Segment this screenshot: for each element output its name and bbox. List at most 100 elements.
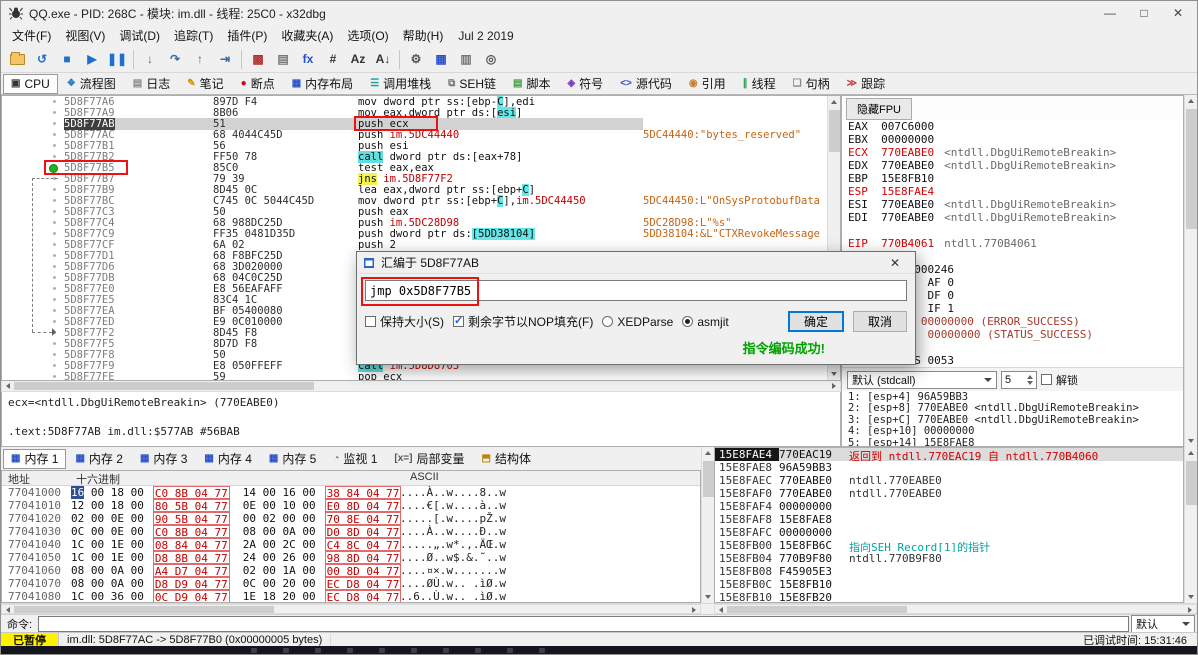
disasm-row[interactable]: 5D8F77B1 56 push esi bbox=[2, 140, 827, 152]
register-row[interactable]: EAX 007C6000 bbox=[842, 120, 1183, 133]
pause-icon[interactable]: ❚❚ bbox=[105, 48, 129, 71]
tab-call-stack[interactable]: ☰ 调用堆栈 bbox=[362, 74, 439, 94]
tab-log[interactable]: ▤ 日志 bbox=[125, 74, 178, 94]
xedparse-radio[interactable]: XEDParse bbox=[602, 315, 673, 329]
search-gear-icon[interactable]: ◎ bbox=[479, 48, 503, 71]
tab-references[interactable]: ◉ 引用 bbox=[681, 74, 734, 94]
register-row[interactable]: ECX 770EABE0 <ntdll.DbgUiRemoteBreakin> bbox=[842, 146, 1183, 159]
btab-memory-3[interactable]: ▦ 内存 3 bbox=[132, 449, 195, 469]
windows-taskbar[interactable] bbox=[1, 646, 1197, 654]
dump-vscrollbar[interactable] bbox=[701, 447, 714, 603]
argument-count-stepper[interactable]: 5 bbox=[1001, 370, 1037, 389]
command-profile-select[interactable]: 默认 bbox=[1131, 614, 1195, 633]
disasm-row[interactable]: 5D8F77CF 6A 02 push 2 bbox=[2, 239, 827, 251]
tab-graph[interactable]: ❖ 流程图 bbox=[59, 74, 124, 94]
stack-row[interactable]: 15E8FAF0 770EABE0 ntdll.770EABE0 bbox=[715, 487, 1183, 500]
tab-cpu[interactable]: ▣ CPU bbox=[3, 73, 58, 94]
book-icon[interactable]: ▥ bbox=[454, 48, 478, 71]
minimize-button[interactable]: — bbox=[1093, 2, 1127, 24]
dump-row[interactable]: 77041040 1C 00 1E 00 08 84 04 77 2A 00 2C 0… bbox=[2, 538, 700, 552]
stack-row[interactable]: 15E8FB08 F45905E3 bbox=[715, 565, 1183, 578]
register-row[interactable]: EIP 770B4061 ntdll.770B4061 bbox=[842, 237, 1183, 250]
dump-row[interactable]: 77041000 16 00 18 00 C0 8B 04 77 14 00 16 0… bbox=[2, 486, 700, 500]
stack-row[interactable]: 15E8FAE8 96A59BB3 bbox=[715, 461, 1183, 474]
stack-hscrollbar[interactable] bbox=[714, 604, 1197, 614]
stack-row[interactable]: 15E8FB04 770B9F80 ntdll.770B9F80 bbox=[715, 552, 1183, 565]
close-button[interactable]: ✕ bbox=[1161, 2, 1195, 24]
dump-row[interactable]: 77041050 1C 00 1E 00 D8 8B 04 77 24 00 26 0… bbox=[2, 551, 700, 565]
disasm-row[interactable]: 5D8F77FE 59 pop ecx bbox=[2, 371, 827, 380]
dump-row[interactable]: 77041060 08 00 0A 00 A4 D7 04 77 02 00 1A 0… bbox=[2, 564, 700, 578]
stack-row[interactable]: 15E8FAF4 00000000 bbox=[715, 500, 1183, 513]
disasm-row[interactable]: 5D8F77AB 51 push ecx bbox=[2, 117, 827, 130]
dump-row[interactable]: 77041010 12 00 18 00 80 5B 04 77 0E 00 10 0… bbox=[2, 499, 700, 513]
hash-icon[interactable]: # bbox=[321, 48, 345, 71]
tab-script[interactable]: ▤ 脚本 bbox=[505, 74, 558, 94]
registers-vscrollbar[interactable] bbox=[1184, 95, 1197, 447]
ok-button[interactable]: 确定 bbox=[787, 311, 844, 332]
dialog-title-bar[interactable]: 汇编于 5D8F77AB ✕ bbox=[357, 252, 915, 274]
nop-fill-checkbox[interactable]: 剩余字节以NOP填充(F) bbox=[453, 313, 593, 330]
dialog-close-icon[interactable]: ✕ bbox=[881, 256, 909, 270]
stack-argument-row[interactable]: 1: [esp+4] 96A59BB3 bbox=[842, 391, 1183, 403]
disasm-row[interactable]: 5D8F77A9 8B06 mov eax,dword ptr ds:[esi] bbox=[2, 106, 827, 119]
btab-watch-1[interactable]: ◔ 监视 1 bbox=[325, 449, 385, 469]
tab-notes[interactable]: ✎ 笔记 bbox=[179, 74, 231, 94]
register-row[interactable]: ESI 770EABE0 <ntdll.DbgUiRemoteBreakin> bbox=[842, 198, 1183, 211]
step-out-icon[interactable]: ↑ bbox=[188, 48, 212, 71]
text-az-icon[interactable]: Az bbox=[346, 48, 370, 71]
patch-icon[interactable]: ▩ bbox=[246, 48, 270, 71]
menu-item-1[interactable]: 视图(V) bbox=[58, 25, 112, 46]
dump-row[interactable]: 77041030 0C 00 0E 00 C0 8B 04 77 08 00 0A 0… bbox=[2, 525, 700, 539]
stack-vscrollbar[interactable] bbox=[1184, 447, 1197, 603]
stack-row[interactable]: 15E8FB10 15E8FB20 bbox=[715, 591, 1183, 602]
disasm-row[interactable]: 5D8F77BC C745 0C 5044C45D mov dword ptr ss… bbox=[2, 194, 827, 207]
btab-struct[interactable]: ⬒ 结构体 bbox=[473, 449, 538, 469]
disasm-row[interactable]: 5D8F77B5 85C0 test eax,eax bbox=[2, 162, 827, 174]
disasm-row[interactable]: 5D8F77B7 79 39 jns im.5D8F77F2 bbox=[2, 172, 827, 185]
tab-source[interactable]: <> 源代码 bbox=[612, 74, 680, 94]
run-to-return-icon[interactable]: ⇥ bbox=[213, 48, 237, 71]
tab-threads[interactable]: ∥ 线程 bbox=[735, 74, 784, 94]
dump-hscrollbar[interactable] bbox=[1, 604, 701, 614]
dump-row[interactable]: 77041080 1C 00 36 00 0C D9 04 77 1E 18 20 0… bbox=[2, 590, 700, 602]
run-icon[interactable]: ▶ bbox=[80, 48, 104, 71]
title-bar[interactable]: QQ.exe - PID: 268C - 模块: im.dll - 线程: 25… bbox=[1, 1, 1197, 25]
hide-fpu-button[interactable]: 隐藏FPU bbox=[846, 98, 912, 120]
maximize-button[interactable]: □ bbox=[1127, 2, 1161, 24]
command-input[interactable] bbox=[38, 615, 1129, 632]
asmjit-radio[interactable]: asmjit bbox=[682, 315, 729, 329]
btab-memory-2[interactable]: ▦ 内存 2 bbox=[67, 449, 130, 469]
settings-icon[interactable]: ⚙ bbox=[404, 48, 428, 71]
register-row[interactable]: EBX 00000000 bbox=[842, 133, 1183, 146]
stack-row[interactable]: 15E8FAF8 15E8FAE8 bbox=[715, 513, 1183, 526]
menu-item-7[interactable]: 帮助(H) bbox=[396, 25, 451, 46]
disasm-row[interactable]: 5D8F77B2 FF50 78 call dword ptr ds:[eax+78… bbox=[2, 150, 827, 163]
open-file-icon[interactable] bbox=[5, 48, 29, 71]
btab-locals[interactable]: [x=] 局部变量 bbox=[386, 449, 472, 469]
step-into-icon[interactable]: ↓ bbox=[138, 48, 162, 71]
stack-argument-row[interactable]: 5: [esp+14] 15E8FAE8 bbox=[842, 437, 1183, 446]
tab-breakpoints[interactable]: ● 断点 bbox=[233, 74, 283, 94]
calling-convention-select[interactable]: 默认 (stdcall) bbox=[847, 370, 997, 389]
disasm-row[interactable]: 5D8F77B9 8D45 0C lea eax,dword ptr ss:[ebp… bbox=[2, 183, 827, 196]
tab-handles[interactable]: ❏ 句柄 bbox=[785, 74, 838, 94]
log-icon[interactable]: ▤ bbox=[271, 48, 295, 71]
tab-seh[interactable]: ⧉ SEH链 bbox=[440, 74, 504, 94]
tab-memory-map[interactable]: ▦ 内存布局 bbox=[284, 74, 361, 94]
disassembly-hscrollbar[interactable] bbox=[1, 381, 841, 392]
assemble-instruction-input[interactable] bbox=[365, 280, 907, 301]
cancel-button[interactable]: 取消 bbox=[852, 311, 907, 332]
stack-row[interactable]: 15E8FAE4 770EAC19 返回到 ntdll.770EAC19 自 ntd… bbox=[715, 448, 1183, 461]
menu-item-2[interactable]: 调试(D) bbox=[112, 25, 167, 46]
register-row[interactable]: EBP 15E8FB10 bbox=[842, 172, 1183, 185]
stack-argument-row[interactable]: 4: [esp+10] 00000000 bbox=[842, 425, 1183, 437]
disasm-row[interactable]: 5D8F77C9 FF35 0481D35D push dword ptr ds:[… bbox=[2, 227, 827, 240]
register-row[interactable]: ESP 15E8FAE4 bbox=[842, 185, 1183, 198]
menu-item-5[interactable]: 收藏夹(A) bbox=[274, 25, 340, 46]
disasm-row[interactable]: 5D8F77AC 68 4044C45D push im.5DC44440 5DC44… bbox=[2, 129, 827, 141]
register-row[interactable]: EDX 770EABE0 <ntdll.DbgUiRemoteBreakin> bbox=[842, 159, 1183, 172]
unlock-checkbox[interactable]: 解锁 bbox=[1041, 372, 1078, 388]
keep-size-checkbox[interactable]: 保持大小(S) bbox=[365, 313, 444, 330]
stack-row[interactable]: 15E8FB00 15E8FB6C 指向SEH_Record[1]的指针 bbox=[715, 539, 1183, 552]
